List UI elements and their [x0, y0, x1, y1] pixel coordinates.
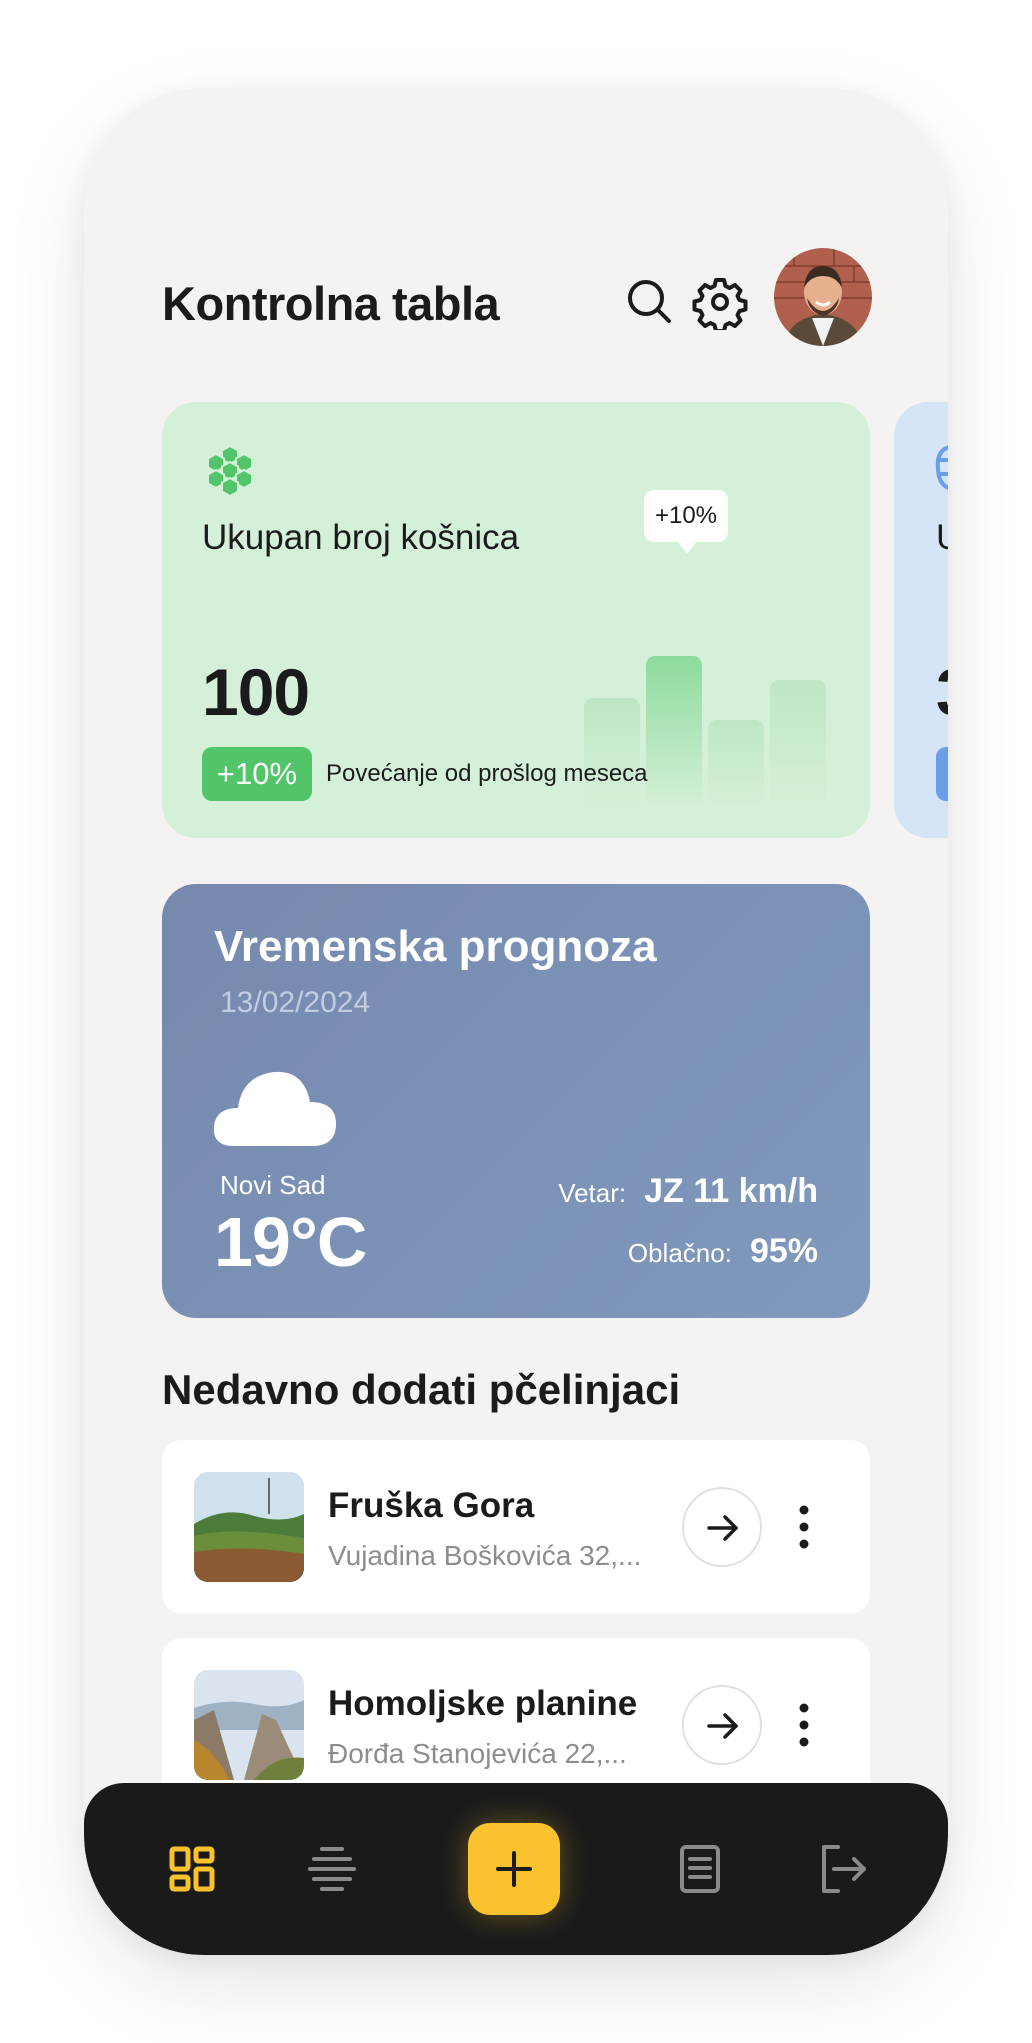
phone-screen: Kontrolna tabla Ukupan broj košnica +10%… [84, 88, 948, 1955]
open-apiary-button[interactable] [682, 1685, 762, 1765]
wind-label: Vetar: [558, 1178, 627, 1208]
reports-icon[interactable] [668, 1837, 732, 1901]
next-stat-card[interactable]: U 3 [894, 402, 948, 838]
wind-value: JZ 11 km/h [644, 1172, 818, 1210]
apiary-thumbnail [194, 1670, 304, 1780]
logout-icon[interactable] [810, 1837, 874, 1901]
cloudiness-value: 95% [749, 1232, 818, 1270]
dashboard-icon[interactable] [160, 1837, 224, 1901]
bee-icon [932, 440, 948, 496]
chart-bar [770, 680, 826, 808]
header: Kontrolna tabla [162, 248, 872, 358]
chart-bar [708, 720, 764, 808]
open-apiary-button[interactable] [682, 1487, 762, 1567]
chart-tooltip: +10% [644, 490, 728, 554]
recent-apiaries-title: Nedavno dodati pčelinjaci [162, 1366, 681, 1413]
chart-bar-highlight [646, 656, 702, 808]
apiary-address: Vujadina Boškovića 32,... [328, 1540, 642, 1571]
weather-temperature: 19°C [214, 1203, 367, 1281]
hive-count-value: 100 [202, 655, 310, 729]
add-button[interactable] [468, 1823, 560, 1915]
hive-count-label: Ukupan broj košnica [202, 518, 520, 557]
weather-card[interactable]: Vremenska prognoza 13/02/2024 Novi Sad 1… [162, 884, 870, 1318]
trend-text: Povećanje od prošlog meseca [326, 760, 648, 787]
more-options-icon[interactable] [794, 1700, 814, 1750]
avatar[interactable] [774, 248, 872, 346]
apiary-name: Fruška Gora [328, 1486, 535, 1525]
apiary-name: Homoljske planine [328, 1684, 638, 1723]
trend-badge: +10% [202, 747, 312, 801]
apiary-address: Đorđa Stanojevića 22,... [328, 1738, 627, 1769]
bottom-navigation [84, 1783, 948, 1955]
cloudiness-label: Oblačno: [627, 1238, 732, 1268]
stats-carousel[interactable]: Ukupan broj košnica +10% 100 +10% Poveća… [162, 402, 948, 838]
next-stat-badge [936, 747, 948, 801]
cloudiness-row: Oblačno: 95% [628, 1232, 818, 1271]
hive-count-card[interactable]: Ukupan broj košnica +10% 100 +10% Poveća… [162, 402, 870, 838]
apiary-thumbnail [194, 1472, 304, 1582]
wind-row: Vetar: JZ 11 km/h [558, 1172, 818, 1211]
more-options-icon[interactable] [794, 1502, 814, 1552]
gear-icon[interactable] [692, 274, 748, 333]
list-item[interactable]: Fruška Gora Vujadina Boškovića 32,... [162, 1440, 870, 1614]
cloud-icon [212, 1062, 338, 1148]
weather-title: Vremenska prognoza [214, 922, 657, 971]
chart-bar [584, 698, 640, 808]
next-stat-label: U [936, 518, 948, 558]
weather-city: Novi Sad [220, 1170, 326, 1200]
hives-icon[interactable] [300, 1837, 364, 1901]
page-title: Kontrolna tabla [162, 277, 500, 330]
honeycomb-icon [202, 442, 258, 498]
weather-date: 13/02/2024 [220, 986, 371, 1019]
next-stat-value: 3 [936, 654, 948, 730]
search-icon[interactable] [622, 274, 678, 330]
